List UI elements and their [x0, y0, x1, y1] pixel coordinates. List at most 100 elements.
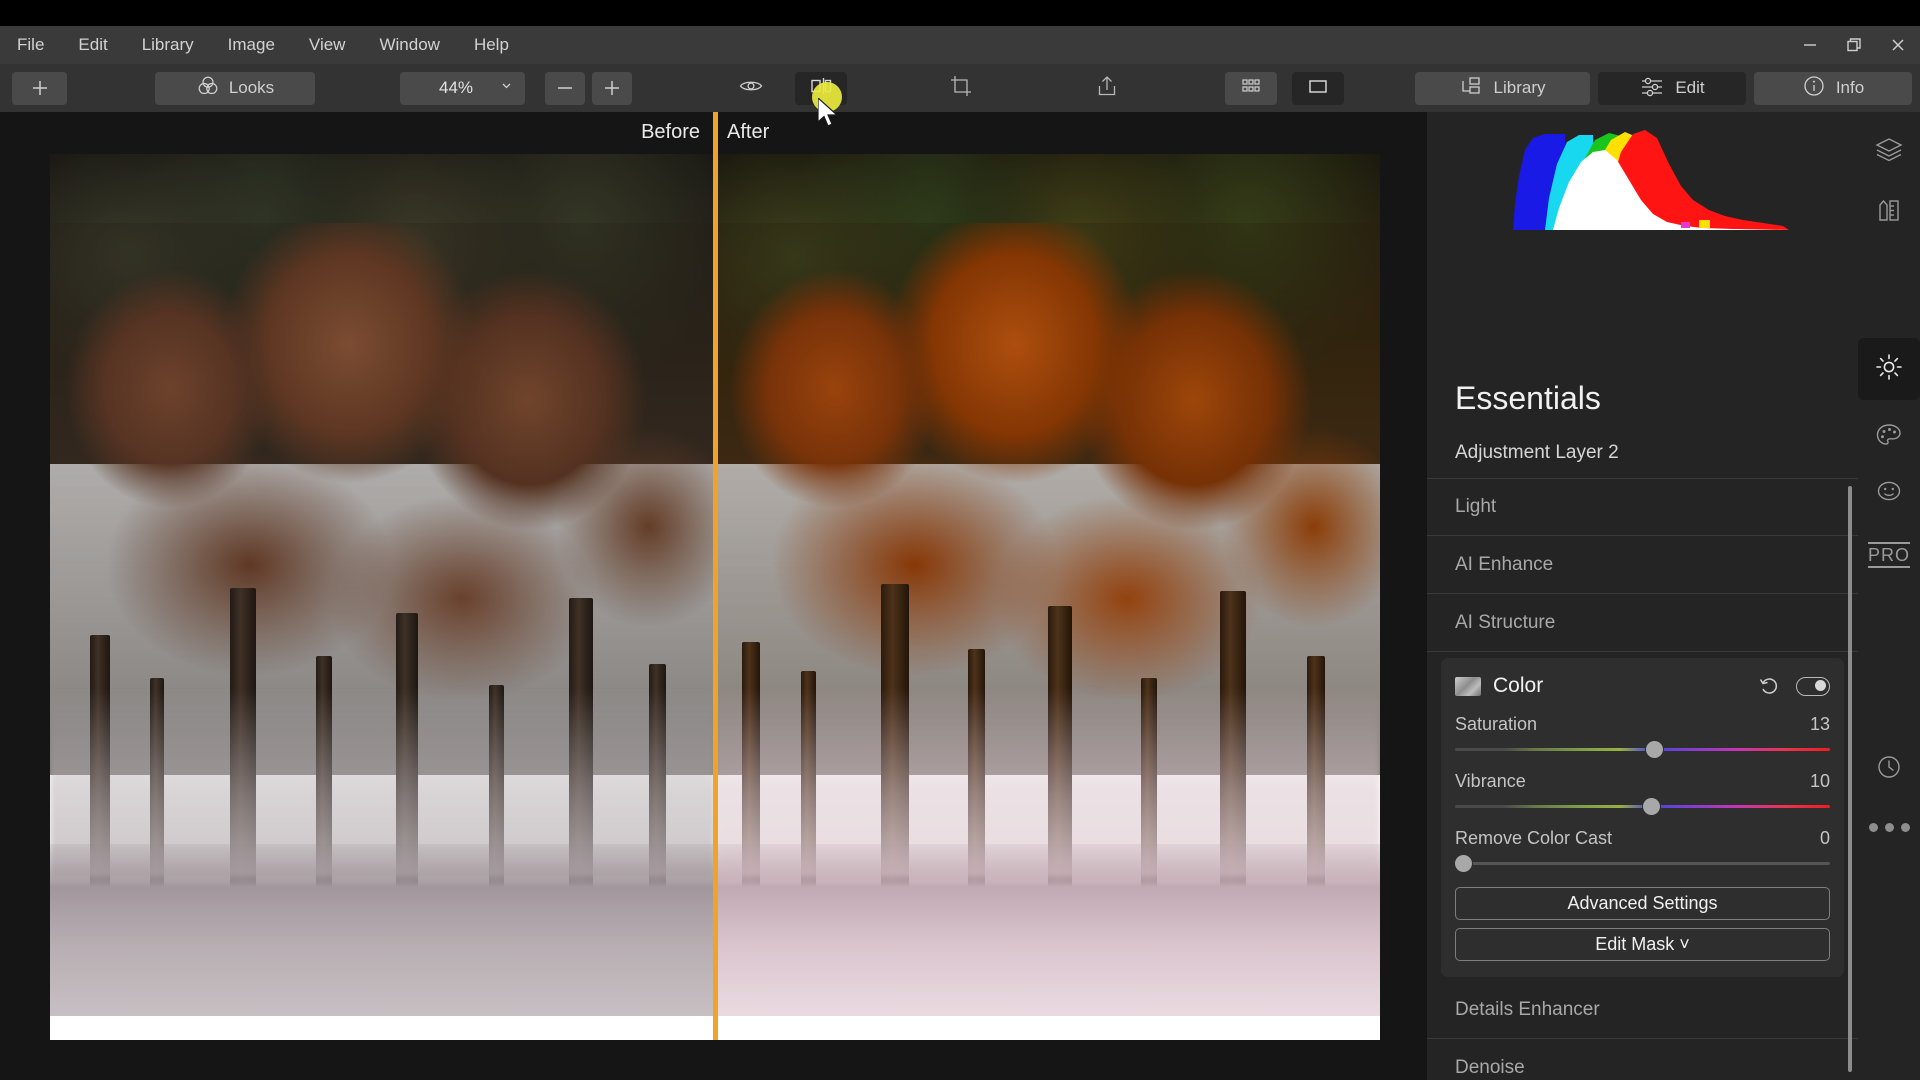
slider-remove-color-cast-track[interactable] [1455, 862, 1830, 865]
adjustment-sections: Light AI Enhance AI Structure Color Satu… [1427, 478, 1858, 1080]
rail-item-pro[interactable]: PRO [1858, 524, 1920, 586]
panel-scrollbar[interactable] [1848, 486, 1852, 1072]
add-layer-button[interactable] [12, 71, 67, 105]
rail-item-portrait[interactable] [1858, 462, 1920, 524]
layers-icon [1874, 134, 1904, 169]
section-denoise[interactable]: Denoise [1427, 1039, 1858, 1080]
image-canvas[interactable]: Before After [0, 112, 1427, 1080]
color-header[interactable]: Color [1455, 668, 1830, 704]
looks-label: Looks [228, 78, 275, 97]
reset-arrow-icon[interactable] [1758, 675, 1780, 697]
photo-before-half [50, 154, 715, 1016]
tab-library-label: Library [1493, 78, 1546, 97]
tools-icon [1874, 196, 1904, 231]
compare-divider-handle[interactable] [713, 154, 718, 1040]
share-icon [1094, 73, 1120, 104]
advanced-settings-button[interactable]: Advanced Settings [1455, 887, 1830, 920]
photo-after-half [715, 154, 1380, 1016]
slider-vibrance-knob[interactable] [1642, 798, 1660, 815]
restore-icon[interactable] [1832, 26, 1876, 64]
app-window: File Edit Library Image View Window Help [0, 0, 1920, 1080]
grid-view-button[interactable] [1225, 71, 1277, 105]
zoom-in-button[interactable] [592, 71, 632, 105]
panel-title: Essentials [1455, 380, 1601, 416]
after-label: After [727, 121, 770, 143]
section-ai-enhance[interactable]: AI Enhance [1427, 536, 1858, 594]
title-strip [0, 0, 1920, 26]
pro-label: PRO [1867, 542, 1910, 568]
slider-vibrance-label: Vibrance [1455, 771, 1526, 791]
color-thumbnail-icon [1455, 676, 1481, 696]
section-light[interactable]: Light [1427, 478, 1858, 536]
edit-panel: Essentials Adjustment Layer 2 Light AI E… [1427, 112, 1858, 1080]
section-ai-structure[interactable]: AI Structure [1427, 594, 1858, 652]
rail-item-more[interactable] [1858, 796, 1920, 858]
slider-saturation-track[interactable] [1455, 748, 1830, 751]
grid-view-icon [1239, 74, 1263, 103]
single-view-button[interactable] [1292, 71, 1344, 105]
section-details-enhancer[interactable]: Details Enhancer [1427, 981, 1858, 1039]
crop-icon [948, 73, 974, 104]
slider-vibrance-value: 10 [1809, 771, 1830, 791]
rgb-histogram [1453, 120, 1793, 230]
zoom-level-value: 44% [438, 78, 474, 97]
slider-saturation-value: 13 [1809, 714, 1830, 734]
rail-item-tools[interactable] [1858, 182, 1920, 244]
tab-info-label: Info [1835, 78, 1865, 97]
tab-edit[interactable]: Edit [1598, 71, 1746, 105]
menu-item-library[interactable]: Library [125, 26, 211, 64]
scene-after [715, 154, 1380, 1016]
menu-item-window[interactable]: Window [362, 26, 456, 64]
tab-library[interactable]: Library [1415, 71, 1590, 105]
rail-item-essentials[interactable] [1858, 338, 1920, 400]
scene-before [50, 154, 715, 1016]
color-title: Color [1493, 674, 1544, 697]
layer-name: Adjustment Layer 2 [1455, 442, 1619, 463]
compare-divider-top [713, 112, 718, 154]
rail-item-layers[interactable] [1858, 120, 1920, 182]
zoom-level-select[interactable]: 44% [400, 71, 525, 105]
tab-edit-label: Edit [1675, 78, 1705, 97]
share-button[interactable] [1081, 72, 1133, 105]
rail-item-creative[interactable] [1858, 406, 1920, 468]
color-enable-toggle[interactable] [1796, 676, 1830, 696]
slider-remove-color-cast[interactable]: Remove Color Cast 0 [1455, 828, 1830, 875]
edit-mask-button[interactable]: Edit Mask ˅ [1455, 928, 1830, 961]
tool-rail: PRO [1858, 112, 1920, 1080]
slider-saturation[interactable]: Saturation 13 [1455, 714, 1830, 761]
info-icon [1802, 74, 1826, 103]
menu-item-help[interactable]: Help [457, 26, 526, 64]
creative-palette-icon [1874, 420, 1904, 455]
zoom-out-button[interactable] [545, 71, 585, 105]
sliders-icon [1639, 73, 1665, 104]
menu-item-image[interactable]: Image [211, 26, 292, 64]
slider-remove-color-cast-value: 0 [1819, 828, 1830, 848]
slider-saturation-label: Saturation [1455, 714, 1538, 734]
menu-item-file[interactable]: File [0, 26, 61, 64]
preview-toggle-button[interactable] [725, 72, 777, 105]
tab-info[interactable]: Info [1754, 71, 1912, 105]
slider-vibrance[interactable]: Vibrance 10 [1455, 771, 1830, 818]
eye-icon [738, 73, 764, 104]
menu-item-view[interactable]: View [292, 26, 363, 64]
menu-item-edit[interactable]: Edit [61, 26, 124, 64]
window-controls [1788, 26, 1920, 64]
panel-tabs: Library Edit Info [1415, 64, 1920, 112]
mouse-cursor [817, 96, 844, 137]
crop-button[interactable] [935, 72, 987, 105]
menu-bar: File Edit Library Image View Window Help [0, 26, 1920, 64]
looks-icon [196, 74, 220, 103]
looks-button[interactable]: Looks [155, 71, 315, 105]
more-dots-icon [1868, 822, 1910, 832]
rail-item-history[interactable] [1858, 738, 1920, 800]
before-label: Before [641, 121, 700, 143]
slider-remove-color-cast-label: Remove Color Cast [1455, 828, 1613, 848]
photo-frame [50, 112, 1380, 1040]
close-icon[interactable] [1876, 26, 1920, 64]
slider-saturation-knob[interactable] [1646, 741, 1664, 758]
section-color-expanded: Color Saturation 13 Vibrance 10 Remove C… [1441, 658, 1844, 977]
minimize-icon[interactable] [1788, 26, 1832, 64]
portrait-face-icon [1874, 476, 1904, 511]
slider-remove-color-cast-knob[interactable] [1455, 855, 1472, 872]
library-icon [1460, 74, 1484, 103]
